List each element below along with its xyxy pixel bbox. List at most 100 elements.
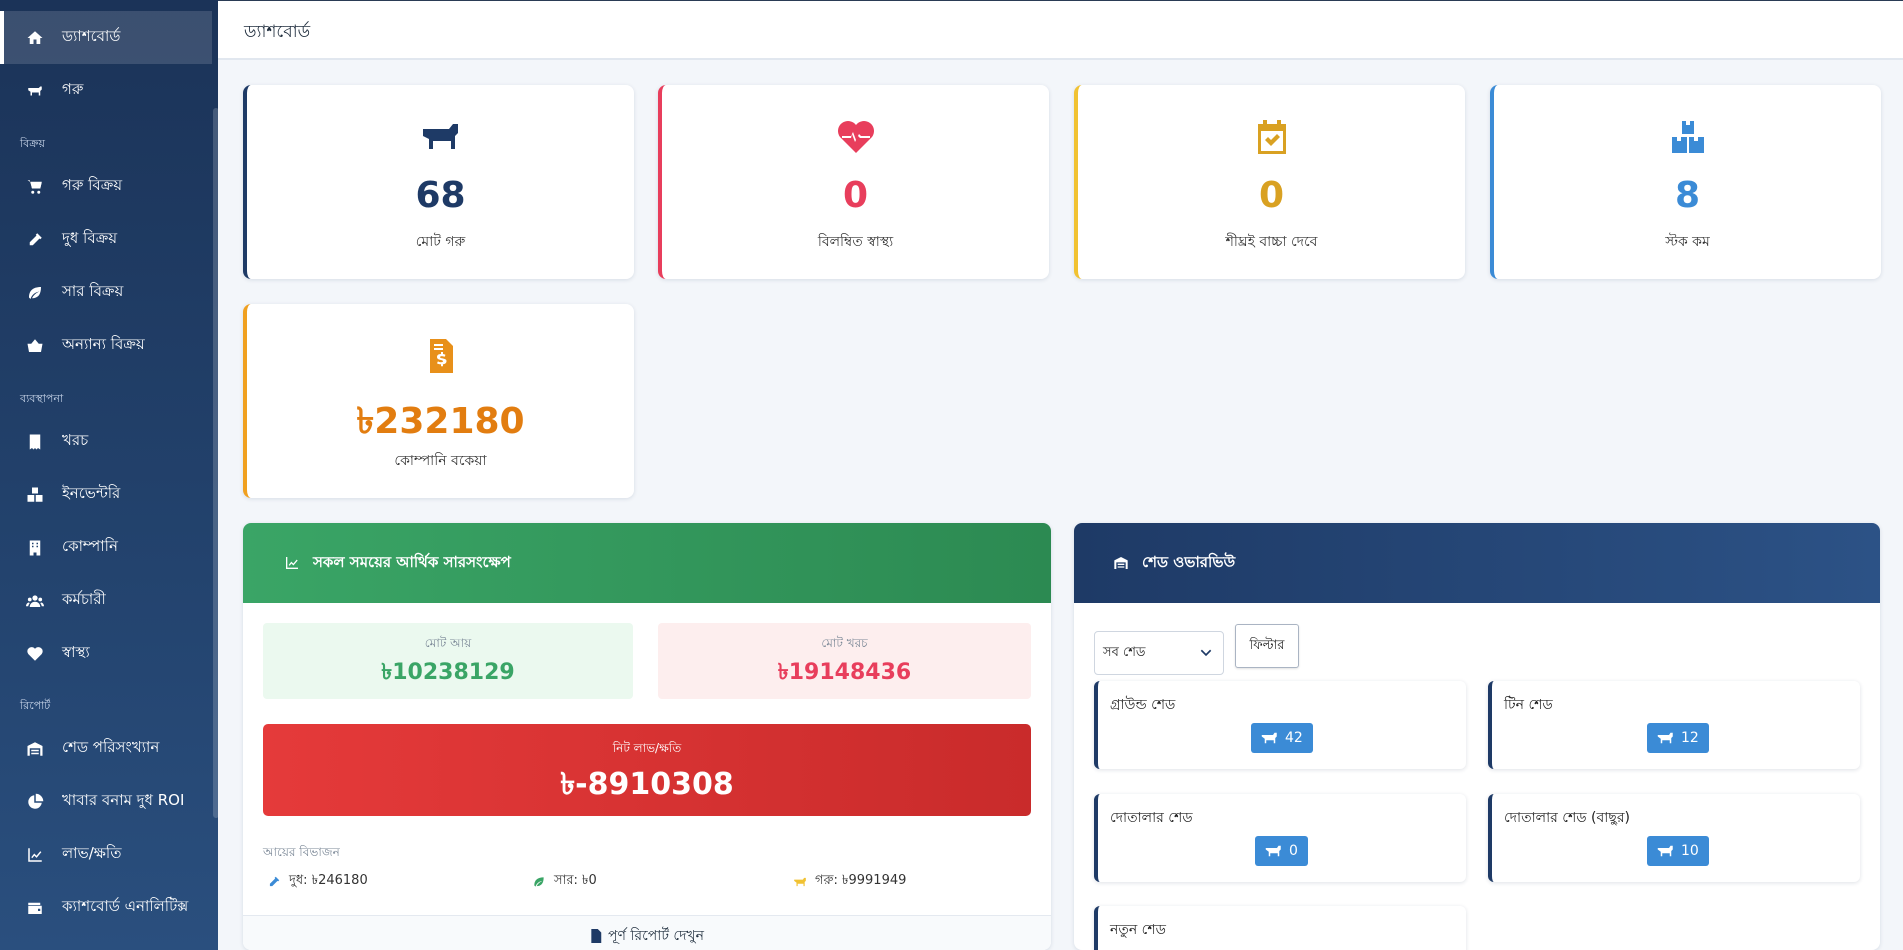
filter-button[interactable]: ফিল্টার (1235, 624, 1299, 668)
calendar-check-icon (1078, 119, 1465, 155)
warehouse-icon (1114, 557, 1128, 569)
shed-panel-header: শেড ওভারভিউ (1074, 523, 1880, 603)
shed-select-value: সব শেড (1103, 644, 1146, 660)
total-income-box: মোট আয় ৳10238129 (263, 623, 633, 699)
sidebar-item-label: ড্যাশবোর্ড (62, 27, 121, 45)
sidebar-item-label: খাবার বনাম দুধ ROI (62, 791, 185, 809)
total-income-value: ৳10238129 (381, 660, 515, 685)
finance-panel-header: সকল সময়ের আর্থিক সারসংক্ষেপ (243, 523, 1051, 603)
page-title: ড্যাশবোর্ড (244, 22, 311, 42)
stat-card-total-cattle[interactable]: 68 মোট গরু (243, 85, 634, 279)
shed-count: 42 (1285, 730, 1303, 746)
shed-card[interactable]: দোতালার শেড 0 (1094, 794, 1466, 882)
sidebar-item-label: গরু বিক্রয় (62, 176, 123, 194)
breakdown-milk-text: দুধ: ৳246180 (289, 873, 368, 888)
sidebar-item-cattle-sales[interactable]: গরু বিক্রয় (0, 160, 212, 213)
home-icon (24, 28, 46, 48)
pie-icon (24, 792, 46, 812)
sidebar-item-employees[interactable]: কর্মচারী (0, 574, 212, 627)
sidebar-item-shed-stats[interactable]: শেড পরিসংখ্যান (0, 722, 212, 775)
full-report-link-text: পূর্ণ রিপোর্ট দেখুন (608, 927, 704, 944)
sidebar-item-label: কর্মচারী (62, 590, 106, 608)
users-icon (24, 591, 46, 611)
chevron-down-icon (1200, 649, 1212, 657)
stat-card-calving-soon[interactable]: 0 শীঘ্রই বাচ্চা দেবে (1074, 85, 1465, 279)
sidebar-item-dashboard[interactable]: ড্যাশবোর্ড (0, 11, 212, 64)
topbar: ড্যাশবোর্ড (218, 0, 1903, 60)
sidebar-item-other-sales[interactable]: অন্যান্য বিক্রয় (0, 319, 212, 372)
shed-panel-title: শেড ওভারভিউ (1142, 552, 1236, 571)
receipt-icon (24, 432, 46, 452)
sidebar-item-cashboard-analytics[interactable]: ক্যাশবোর্ড এনালিটিক্স (0, 881, 212, 934)
boxes-icon (24, 485, 46, 505)
sidebar-scrollbar[interactable] (213, 108, 218, 818)
stat-label: শীঘ্রই বাচ্চা দেবে (1225, 234, 1318, 250)
shed-card[interactable]: টিন শেড 12 (1488, 681, 1860, 769)
sidebar-item-company[interactable]: কোম্পানি (0, 521, 212, 574)
sidebar-item-label: অন্যান্য বিক্রয় (62, 335, 145, 353)
heartbeat-icon (24, 644, 46, 664)
breakdown-fertilizer: সার: ৳0 (532, 871, 597, 892)
total-expense-value: ৳19148436 (777, 660, 912, 685)
cow-icon (1657, 845, 1673, 857)
leaf-icon (534, 876, 544, 887)
shed-count-badge: 12 (1647, 723, 1709, 753)
total-expense-box: মোট খরচ ৳19148436 (658, 623, 1031, 699)
sidebar-item-feed-milk-roi[interactable]: খাবার বনাম দুধ ROI (0, 775, 212, 828)
shed-count: 0 (1289, 843, 1298, 859)
wallet-icon (24, 898, 46, 918)
cow-icon (1657, 732, 1673, 744)
net-profit-loss-label: নিট লাভ/ক্ষতি (612, 741, 682, 755)
chart-line-icon (286, 557, 298, 569)
stat-label: স্টক কম (1665, 234, 1710, 250)
stat-label: মোট গরু (415, 234, 466, 250)
stat-card-delayed-health[interactable]: 0 বিলম্বিত স্বাস্থ্য (658, 85, 1049, 279)
sidebar-item-label: ক্যাশবোর্ড এনালিটিক্স (62, 897, 189, 915)
income-breakdown-title: আয়ের বিভাজন (263, 845, 340, 859)
shed-name: নতুন শেড (1110, 922, 1166, 938)
stat-value: 8 (1674, 175, 1701, 216)
stat-label: কোম্পানি বকেয়া (394, 453, 487, 469)
shed-name: টিন শেড (1504, 697, 1553, 713)
sidebar-item-milk-sales[interactable]: দুধ বিক্রয় (0, 213, 212, 266)
sidebar-item-expenses[interactable]: খরচ (0, 415, 212, 468)
stat-card-low-stock[interactable]: 8 স্টক কম (1490, 85, 1881, 279)
sidebar-item-health[interactable]: স্বাস্থ্য (0, 627, 212, 680)
stat-label: বিলম্বিত স্বাস্থ্য (817, 234, 894, 250)
stat-value: 0 (1258, 175, 1285, 216)
full-report-link[interactable]: পূর্ণ রিপোর্ট দেখুন (243, 915, 1051, 950)
sidebar-item-fertilizer-sales[interactable]: সার বিক্রয় (0, 266, 212, 319)
shed-count-badge: 0 (1255, 836, 1308, 866)
stat-value: ৳232180 (356, 401, 525, 442)
shed-count: 10 (1681, 843, 1699, 859)
invoice-dollar-icon (247, 338, 634, 374)
shed-card[interactable]: নতুন শেড (1094, 906, 1466, 950)
finance-panel-title: সকল সময়ের আর্থিক সারসংক্ষেপ (313, 552, 511, 571)
basket-icon (24, 336, 46, 356)
boxes-icon (1494, 119, 1881, 155)
sidebar-item-profit-loss[interactable]: লাভ/ক্ষতি (0, 828, 212, 881)
sidebar-item-label: কোম্পানি (62, 537, 118, 555)
shed-card[interactable]: গ্রাউন্ড শেড 42 (1094, 681, 1466, 769)
shed-name: দোতালার শেড (1110, 810, 1193, 826)
shed-count-badge: 10 (1647, 836, 1709, 866)
cow-icon (1265, 845, 1281, 857)
shed-card[interactable]: দোতালার শেড (বাছুর) 10 (1488, 794, 1860, 882)
sidebar-item-label: খরচ (62, 431, 89, 449)
file-icon (591, 928, 602, 943)
shed-name: গ্রাউন্ড শেড (1110, 697, 1176, 713)
shed-select[interactable]: সব শেড (1094, 631, 1224, 675)
sidebar-section-sales: বিক্রয় (20, 137, 45, 150)
shed-count-badge: 42 (1251, 723, 1313, 753)
sidebar-item-cattle[interactable]: গরু (0, 64, 212, 117)
total-expense-label: মোট খরচ (821, 636, 868, 650)
breakdown-milk: দুধ: ৳246180 (267, 871, 368, 892)
sidebar-item-inventory[interactable]: ইনভেন্টরি (0, 468, 212, 521)
sidebar-item-label: শেড পরিসংখ্যান (62, 738, 160, 756)
stat-card-company-due[interactable]: ৳232180 কোম্পানি বকেয়া (243, 304, 634, 498)
building-icon (24, 538, 46, 558)
total-income-label: মোট আয় (424, 636, 472, 650)
net-profit-loss-value: ৳-8910308 (560, 767, 734, 802)
sidebar-section-management: ব্যবস্থাপনা (20, 392, 64, 405)
sidebar: ড্যাশবোর্ড গরু বিক্রয় গরু বিক্রয় দুধ ব… (0, 0, 218, 950)
